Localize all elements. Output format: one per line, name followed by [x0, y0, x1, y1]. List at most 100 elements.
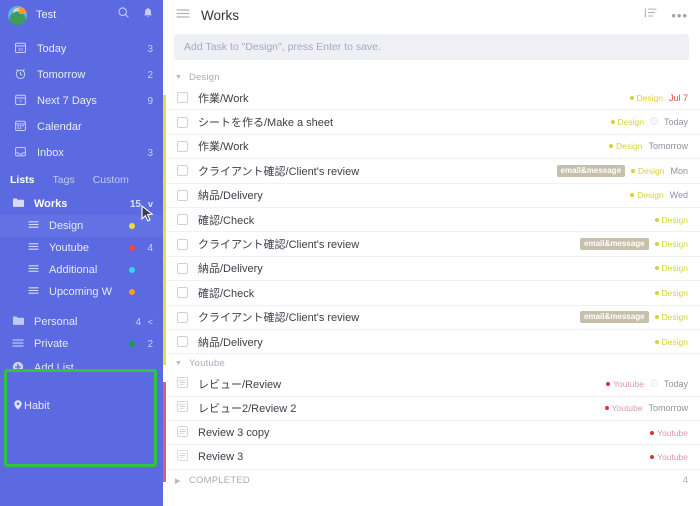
group-header-completed[interactable]: ▶ COMPLETED 4	[163, 470, 700, 492]
sort-icon[interactable]	[644, 6, 657, 24]
search-icon[interactable]	[117, 6, 130, 24]
task-checkbox[interactable]	[177, 311, 188, 323]
task-date: Wed	[669, 190, 688, 201]
sidebar-tabs: Lists Tags Custom	[0, 174, 163, 186]
task-row[interactable]: 納品/Delivery Design Wed	[163, 184, 700, 208]
calendar-today-icon: 10	[14, 41, 29, 57]
list-lines-icon	[28, 220, 42, 232]
task-date: Tomorrow	[648, 141, 688, 152]
task-checkbox[interactable]	[177, 336, 188, 348]
sidebar-list-works[interactable]: Works 15 v	[0, 193, 163, 215]
task-list-badge: Design	[610, 117, 644, 127]
folder-icon	[12, 197, 26, 211]
sidebar-list-upcoming-w[interactable]: Upcoming W	[0, 281, 163, 303]
task-title: クライアント確認/Client's review	[198, 165, 360, 178]
task-meta: Design	[654, 263, 688, 273]
sidebar-list-label: Youtube	[49, 242, 89, 254]
task-list-badge: Youtube	[650, 428, 688, 438]
chevron-down-icon[interactable]: v	[141, 199, 153, 209]
task-checkbox[interactable]	[177, 238, 188, 250]
group-header-youtube[interactable]: ▼ Youtube	[163, 354, 700, 372]
chevron-left-icon[interactable]: <	[141, 317, 153, 327]
tab-custom[interactable]: Custom	[93, 174, 129, 186]
sidebar-item-label: Inbox	[37, 147, 64, 159]
sidebar-list-private[interactable]: Private 2	[0, 333, 163, 355]
sidebar-list-count: 4	[147, 242, 153, 254]
task-row[interactable]: 確認/Check Design	[163, 208, 700, 233]
sidebar-item-today[interactable]: 10 Today 3	[0, 38, 163, 60]
tab-lists[interactable]: Lists	[10, 174, 35, 186]
list-color-dot	[129, 267, 135, 273]
task-row[interactable]: クライアント確認/Client's review email&message D…	[163, 232, 700, 257]
page-title: Works	[201, 7, 240, 23]
task-title: Review 3	[198, 451, 244, 464]
task-row[interactable]: レビュー2/Review 2 Youtube Tomorrow	[163, 397, 700, 422]
add-list-label: Add List	[34, 362, 74, 374]
note-icon[interactable]	[177, 425, 188, 440]
task-row[interactable]: 作業/Work Design Jul 7	[163, 86, 700, 111]
task-row[interactable]: 確認/Check Design	[163, 281, 700, 306]
task-row[interactable]: クライアント確認/Client's review email&message D…	[163, 159, 700, 184]
task-list-badge: Design	[629, 93, 663, 103]
task-checkbox[interactable]	[177, 287, 188, 299]
group-header-design[interactable]: ▼ Design	[163, 68, 700, 86]
task-checkbox[interactable]	[177, 189, 188, 201]
task-row[interactable]: Review 3 copy Youtube	[163, 421, 700, 446]
sidebar-item-habit[interactable]: Habit	[0, 395, 163, 417]
task-meta: email&message Design Mon	[556, 164, 688, 177]
avatar[interactable]	[8, 5, 27, 25]
add-list-button[interactable]: Add List	[0, 357, 163, 379]
task-list-badge: Design	[630, 190, 664, 200]
task-checkbox[interactable]	[177, 262, 188, 274]
task-checkbox[interactable]	[177, 140, 188, 152]
note-icon[interactable]	[177, 450, 188, 464]
sidebar-list-youtube[interactable]: Youtube 4	[0, 237, 163, 259]
sidebar-list-design[interactable]: Design	[0, 215, 163, 237]
task-checkbox[interactable]	[177, 92, 188, 104]
task-meta: Design	[654, 288, 688, 298]
task-title: 確認/Check	[198, 287, 255, 300]
sidebar-list-label: Additional	[49, 264, 98, 276]
tab-tags[interactable]: Tags	[53, 174, 75, 186]
task-tag[interactable]: email&message	[556, 164, 626, 177]
sidebar-list-personal[interactable]: Personal 4 <	[0, 311, 163, 333]
calendar-week-icon: 7	[14, 93, 29, 109]
sidebar-list-additional[interactable]: Additional	[0, 259, 163, 281]
task-tag[interactable]: email&message	[580, 311, 649, 324]
app-root: Test 10 Today 3 Tomorrow 2 7 Next 7 Days…	[0, 0, 700, 506]
bell-icon[interactable]	[142, 6, 154, 24]
sidebar-item-tomorrow[interactable]: Tomorrow 2	[0, 64, 163, 86]
task-row[interactable]: シートを作る/Make a sheet Design Today	[163, 110, 700, 135]
task-row[interactable]: 納品/Delivery Design	[163, 330, 700, 355]
task-row[interactable]: Review 3 Youtube	[163, 445, 700, 470]
task-checkbox[interactable]	[177, 116, 188, 128]
task-meta: Design Jul 7	[629, 93, 688, 103]
caret-down-icon[interactable]: ▼	[175, 360, 184, 367]
sidebar-item-label: Calendar	[37, 121, 82, 133]
hamburger-icon[interactable]	[176, 6, 190, 24]
note-icon[interactable]	[177, 377, 188, 391]
sidebar-item-next-7-days[interactable]: 7 Next 7 Days 9	[0, 90, 163, 112]
task-tag[interactable]: email&message	[580, 238, 649, 251]
add-task-input[interactable]: Add Task to "Design", press Enter to sav…	[174, 34, 689, 60]
add-task-placeholder: Add Task to "Design", press Enter to sav…	[184, 41, 381, 53]
task-title: クライアント確認/Client's review	[198, 239, 360, 252]
list-color-dot	[129, 289, 135, 295]
sidebar-item-inbox[interactable]: Inbox 3	[0, 142, 163, 164]
task-checkbox[interactable]	[177, 214, 188, 226]
task-row[interactable]: 作業/Work Design Tomorrow	[163, 135, 700, 160]
caret-down-icon[interactable]: ▼	[175, 74, 184, 81]
sidebar-item-count: 3	[147, 147, 153, 159]
task-checkbox[interactable]	[177, 165, 188, 177]
caret-right-icon[interactable]: ▶	[175, 477, 184, 485]
task-row[interactable]: レビュー/Review Youtube Today	[163, 372, 700, 397]
sidebar-item-calendar[interactable]: Calendar	[0, 116, 163, 138]
list-lines-icon	[28, 264, 42, 276]
task-date: Today	[663, 378, 688, 389]
note-icon[interactable]	[177, 401, 188, 415]
task-list-badge: Design	[654, 337, 688, 347]
more-options-icon[interactable]: •••	[671, 9, 688, 22]
list-color-dot	[129, 341, 135, 347]
task-row[interactable]: クライアント確認/Client's review email&message D…	[163, 306, 700, 330]
task-row[interactable]: 納品/Delivery Design	[163, 257, 700, 282]
